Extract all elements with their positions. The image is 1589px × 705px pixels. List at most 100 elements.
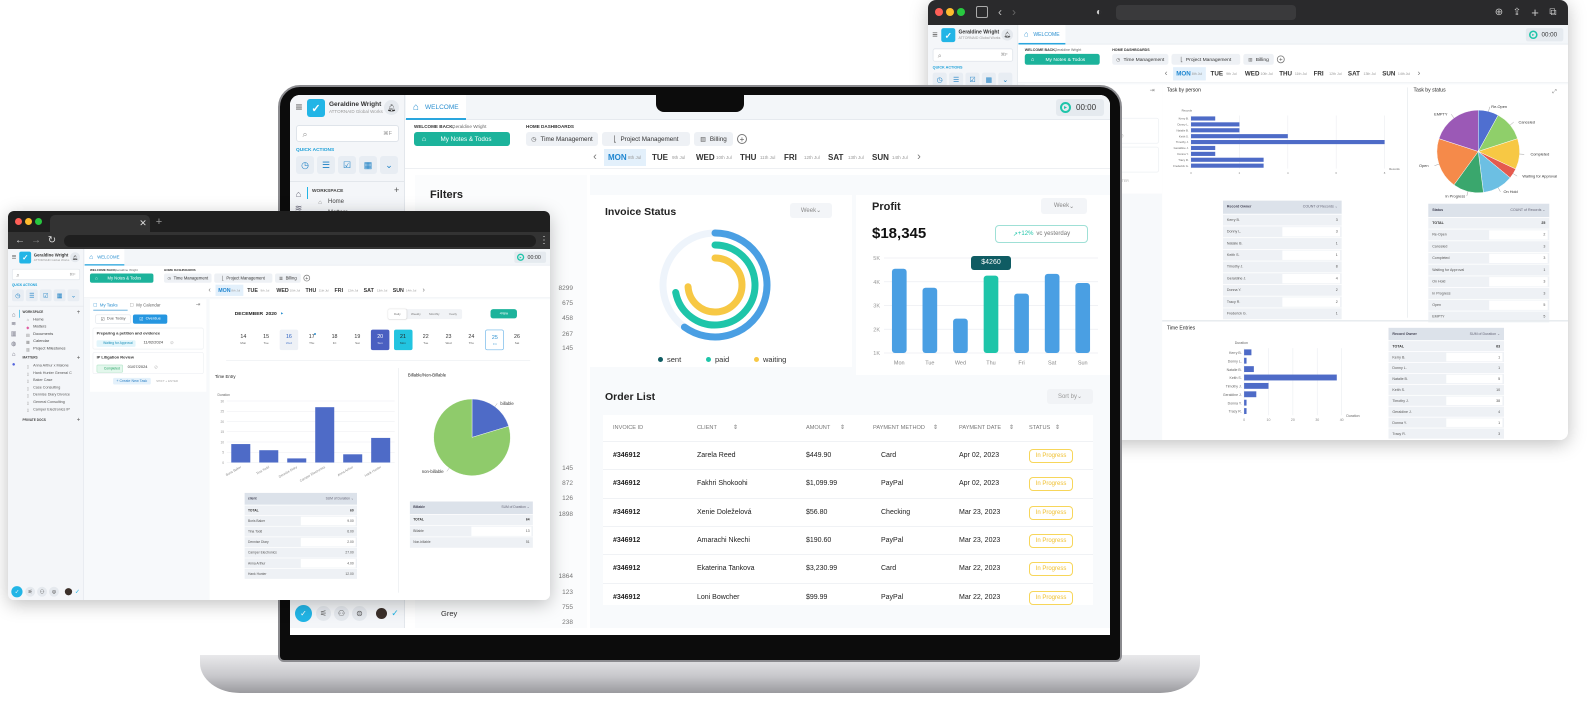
matter-item[interactable]: ▯ Case Consulting	[25, 385, 81, 392]
column-header[interactable]: PAYMENT DATE	[959, 425, 1001, 431]
add-user-icon[interactable]: ⚇	[334, 606, 349, 621]
day-sun[interactable]: SUN 14th Jul	[868, 149, 910, 166]
home-rail-icon[interactable]: ⌂	[9, 310, 18, 319]
next-week-icon[interactable]: ›	[1415, 68, 1423, 79]
sort-icon[interactable]: ⇕	[933, 424, 938, 431]
user-avatar[interactable]	[64, 588, 73, 596]
table-row[interactable]: #346912 Loni Bowcher $99.99 PayPal Mar 22, 2…	[603, 582, 1093, 611]
day-sat[interactable]: SAT 13th Jul	[824, 149, 866, 166]
my-notes-todos-button[interactable]: ⌂ My Notes & Todos	[414, 132, 510, 146]
calendar-date-16[interactable]: 16 Wed	[279, 329, 299, 351]
maximize-window-button[interactable]	[957, 8, 965, 16]
hamburger-menu-icon[interactable]: ≡	[10, 252, 18, 261]
settings-sliders-icon[interactable]: ⚟	[316, 606, 331, 621]
next-week-icon[interactable]: ›	[914, 150, 924, 164]
invoice-period-dropdown[interactable]: Week ⌄	[790, 203, 832, 218]
day-fri[interactable]: FRI 12th Jul	[1310, 67, 1343, 80]
column-header-sort[interactable]: COUNT of Records ⌄	[1303, 205, 1338, 210]
matter-item[interactable]: ▯ General Consulting	[25, 400, 81, 407]
support-icon[interactable]: ⊜	[48, 586, 59, 597]
sort-by-dropdown[interactable]: Sort by ⌄	[1047, 389, 1093, 404]
maximize-window-button[interactable]	[35, 218, 42, 225]
column-header-sort[interactable]: SUM of Duration ⌄	[501, 505, 529, 509]
sidebar-item-project-milestones[interactable]: ▥Project Milestones	[25, 346, 81, 353]
sort-icon[interactable]: ⇕	[840, 424, 845, 431]
filters-rail-icon[interactable]: ≋	[9, 320, 18, 329]
dashboard-tab-billing[interactable]: ▥ Billing	[694, 132, 733, 146]
calendar-date-21[interactable]: 21 Mon	[393, 329, 413, 351]
view-option-yearly[interactable]: Yearly	[444, 309, 463, 319]
timer-icon[interactable]: ◷	[11, 289, 24, 302]
filter-option-grey[interactable]: Grey	[441, 609, 457, 618]
day-tue[interactable]: TUE 9th Jul	[245, 285, 273, 296]
tab-welcome[interactable]: ⌂ WELCOME	[84, 249, 125, 266]
dashboard-tab-time-management[interactable]: ◷ Time Management	[1112, 53, 1169, 65]
table-row[interactable]: #346912 Fakhri Shokoohi $1,099.99 PayPal Apr…	[603, 469, 1093, 497]
database-icon[interactable]: ☰	[25, 289, 38, 302]
dashboard-tab-time-management[interactable]: ◷ Time Management	[526, 132, 598, 146]
day-sat[interactable]: SAT 13th Jul	[1345, 67, 1378, 80]
day-mon[interactable]: MON 8th Jul	[1173, 67, 1206, 81]
day-sun[interactable]: SUN 14th Jul	[1379, 67, 1412, 80]
prev-week-icon[interactable]: ‹	[590, 150, 600, 164]
calendar-date-23[interactable]: 23 Wed	[439, 330, 458, 350]
forward-icon[interactable]: ›	[1008, 4, 1020, 20]
sidebar-item-documents[interactable]: ▤Documents	[25, 332, 81, 339]
task-card[interactable]: IP Litigation Review Completed01/07/2024 ⊘	[92, 352, 204, 374]
chart-expand-icon[interactable]: ⤢	[1552, 89, 1556, 95]
building-rail-icon[interactable]: ⌂	[9, 349, 18, 358]
calendar-date-19[interactable]: 19 Sat	[348, 330, 367, 350]
table-row[interactable]: #346912 Xenie Doleželová $56.80 Checking Mar…	[603, 497, 1093, 526]
chart-rail-icon[interactable]: ▥	[9, 330, 18, 339]
task-icon[interactable]: ☑	[39, 289, 52, 302]
sort-icon[interactable]: ⇕	[1055, 424, 1060, 431]
calendar-icon[interactable]: ▦	[53, 289, 66, 302]
day-tue[interactable]: TUE 9th Jul	[1207, 67, 1240, 80]
day-fri[interactable]: FRI 12th Jul	[332, 285, 360, 296]
task-icon[interactable]: ☑	[338, 156, 356, 174]
column-header[interactable]: INVOICE ID	[613, 425, 643, 431]
day-tue[interactable]: TUE 9th Jul	[648, 149, 690, 166]
day-mon[interactable]: MON 8th Jul	[215, 284, 244, 296]
new-tab-icon[interactable]: +	[154, 216, 164, 228]
timer-button[interactable]: ▸ 00:00	[1525, 28, 1564, 42]
hamburger-menu-icon[interactable]: ≡	[293, 100, 305, 114]
create-new-task-button[interactable]: + Create New Task	[113, 377, 151, 385]
column-header-sort[interactable]: COUNT of Records ⌄	[1510, 208, 1545, 213]
calendar-date-15[interactable]: 15 Tue	[257, 330, 276, 350]
sort-icon[interactable]: ⇕	[733, 424, 738, 431]
day-thu[interactable]: THU 11th Jul	[303, 285, 331, 296]
assistant-button[interactable]: ✓	[295, 605, 312, 622]
collapse-panel-icon[interactable]: ⇥	[196, 301, 200, 307]
calendar-date-20[interactable]: 20 Sun	[370, 329, 390, 351]
dashboard-tab-project-management[interactable]: ⎣ Project Management	[1171, 53, 1241, 65]
column-header[interactable]: AMOUNT	[806, 425, 830, 431]
attach-icon[interactable]: ⊘	[170, 340, 174, 346]
calendar-date-24[interactable]: 24 Thu	[462, 330, 481, 350]
address-bar[interactable]	[1116, 5, 1296, 20]
notifications-bell-icon[interactable]: 🔔︎	[384, 100, 399, 115]
prev-week-icon[interactable]: ‹	[206, 285, 213, 294]
column-header[interactable]: PAYMENT METHOD	[873, 425, 925, 431]
share-icon[interactable]: ⇪	[1511, 6, 1523, 18]
tab-my-calendar[interactable]: ☐My Calendar	[130, 302, 164, 311]
day-thu[interactable]: THU 11th Jul	[736, 149, 778, 166]
table-row[interactable]: #346912 Zarela Reed $449.90 Card Apr 02, 202…	[603, 441, 1093, 469]
calendar-icon[interactable]: ▦	[359, 156, 377, 174]
reload-icon[interactable]: ↻	[46, 234, 58, 247]
table-row[interactable]: #346912 Ekaterina Tankova $3,230.99 Card Mar…	[603, 554, 1093, 582]
matter-item[interactable]: ▯ Anna Arthur x Malone	[25, 363, 81, 370]
minimize-window-button[interactable]	[946, 8, 954, 16]
matter-item[interactable]: ▯ Camper Electronics IP	[25, 407, 81, 414]
database-icon[interactable]: ☰	[317, 156, 335, 174]
day-thu[interactable]: THU 11th Jul	[1276, 67, 1309, 80]
chevron-down-icon[interactable]: ⌄	[67, 289, 80, 302]
dashboard-tab-time-management[interactable]: ◷ Time Management	[163, 273, 212, 283]
collapse-panel-icon[interactable]: ⇥	[1150, 87, 1155, 94]
home-rail-icon[interactable]: ⌂	[292, 187, 305, 200]
sidebar-toggle-icon[interactable]	[976, 6, 988, 18]
column-header-sort[interactable]: SUM of Duration ⌄	[1470, 331, 1501, 336]
day-mon[interactable]: MON 8th Jul	[604, 149, 646, 166]
day-fri[interactable]: FRI 12th Jul	[780, 149, 822, 166]
browser-menu-icon[interactable]: ⋮	[539, 234, 549, 247]
